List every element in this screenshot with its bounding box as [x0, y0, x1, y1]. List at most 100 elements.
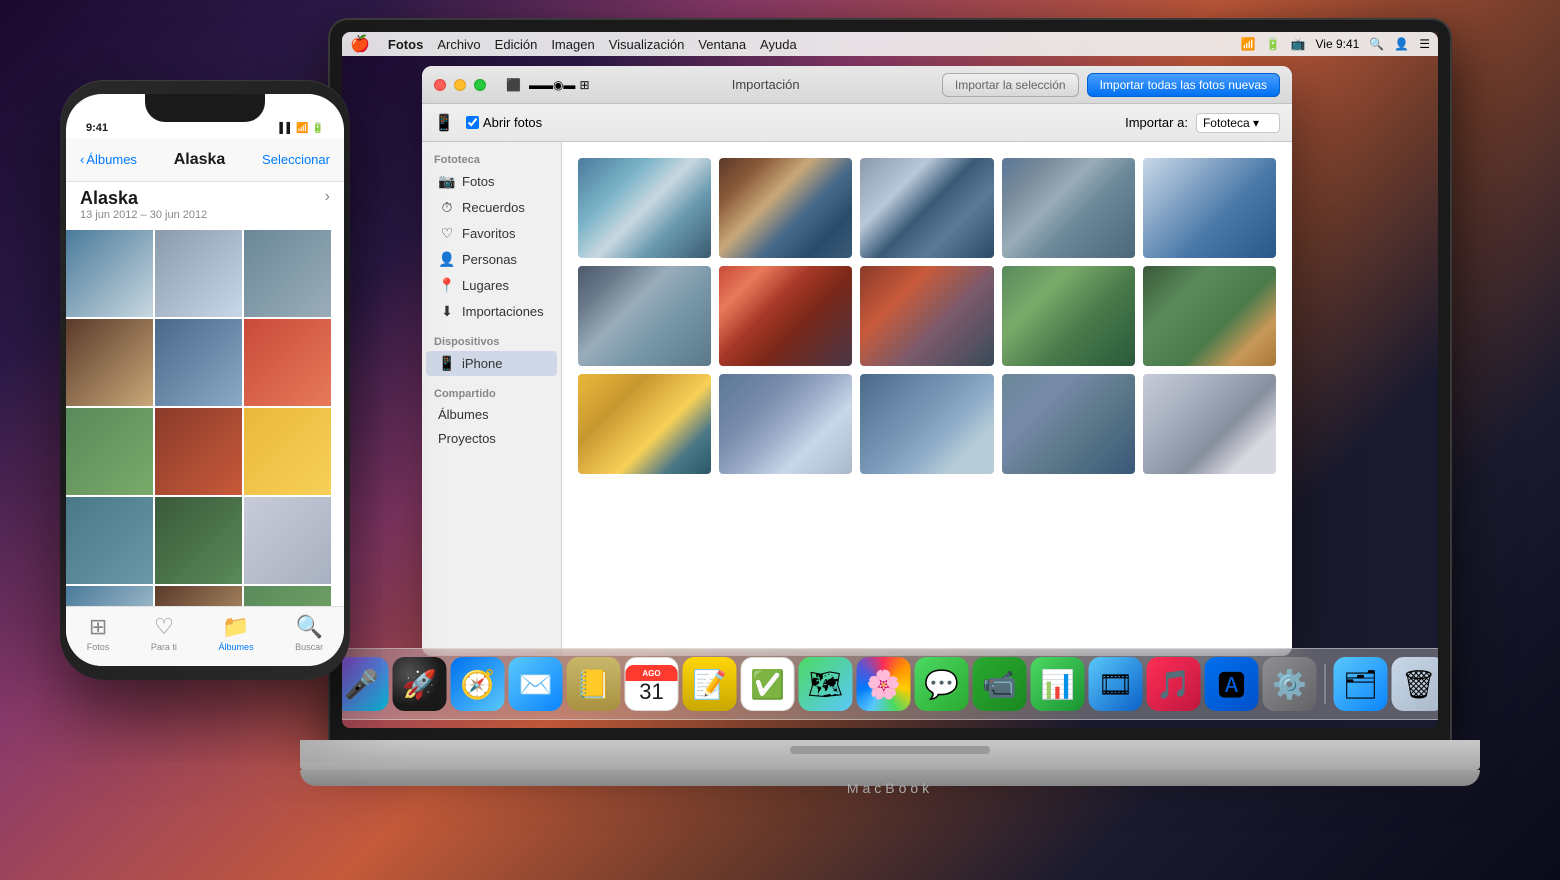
photo-thumb-3[interactable] — [860, 158, 993, 258]
import-selection-button[interactable]: Importar la selección — [942, 73, 1079, 97]
iphone-photo-2[interactable] — [155, 230, 242, 317]
iphone-photo-6[interactable] — [244, 319, 331, 406]
iphone-photo-4[interactable] — [66, 319, 153, 406]
menubar-imagen[interactable]: Imagen — [551, 37, 594, 52]
iphone-photo-8[interactable] — [155, 408, 242, 495]
iphone-photo-7[interactable] — [66, 408, 153, 495]
iphone-row-1 — [66, 230, 344, 317]
dock-numbers[interactable]: 📊 — [1031, 657, 1085, 711]
sidebar-item-proyectos[interactable]: Proyectos — [426, 427, 557, 450]
photo-thumb-5[interactable] — [1143, 158, 1276, 258]
window-title-area: Importación — [598, 77, 934, 92]
toolbar-slider[interactable]: ▬▬◉▬ — [529, 78, 575, 92]
minimize-button[interactable] — [454, 79, 466, 91]
iphone-nav-bar: ‹ Álbumes Alaska Seleccionar — [66, 138, 344, 182]
dock-notes[interactable]: 📝 — [683, 657, 737, 711]
dock-files[interactable]: 🗂 — [1334, 657, 1388, 711]
dock-reminders[interactable]: ✅ — [741, 657, 795, 711]
macbook-base — [300, 740, 1480, 770]
import-target: Importar a: Fototeca ▾ — [1125, 113, 1280, 133]
import-all-button[interactable]: Importar todas las fotos nuevas — [1087, 73, 1280, 97]
maximize-button[interactable] — [474, 79, 486, 91]
iphone-tab-parati[interactable]: ♡ Para ti — [151, 614, 177, 652]
photo-thumb-4[interactable] — [1002, 158, 1135, 258]
iphone-photo-12[interactable] — [244, 497, 331, 584]
window-content: Fototeca 📷 Fotos ⏱ Recuerdos ♡ Favoritos — [422, 142, 1292, 656]
iphone-photo-14[interactable] — [155, 586, 242, 606]
user-icon[interactable]: 👤 — [1394, 37, 1409, 51]
close-button[interactable] — [434, 79, 446, 91]
sidebar-item-recuerdos[interactable]: ⏱ Recuerdos — [426, 195, 557, 220]
photos-icon: 📷 — [438, 173, 456, 190]
iphone-photo-9[interactable] — [244, 408, 331, 495]
people-icon: 👤 — [438, 251, 456, 268]
import-target-select[interactable]: Fototeca ▾ — [1196, 113, 1280, 133]
iphone-tab-albumes[interactable]: 📁 Álbumes — [219, 614, 254, 652]
dock-facetime[interactable]: 📹 — [973, 657, 1027, 711]
screen-content: 🍎 Fotos Archivo Edición Imagen Visualiza… — [342, 32, 1438, 728]
iphone-photo-grid[interactable] — [66, 230, 344, 606]
sidebar-item-fotos[interactable]: 📷 Fotos — [426, 169, 557, 194]
photo-thumb-9[interactable] — [1002, 266, 1135, 366]
menubar-ayuda[interactable]: Ayuda — [760, 37, 797, 52]
search-icon[interactable]: 🔍 — [1369, 37, 1384, 51]
iphone-tab-buscar[interactable]: 🔍 Buscar — [295, 614, 323, 652]
sidebar-item-favoritos[interactable]: ♡ Favoritos — [426, 221, 557, 246]
iphone-photo-3[interactable] — [244, 230, 331, 317]
iphone-photo-11[interactable] — [155, 497, 242, 584]
photo-thumb-2[interactable] — [719, 158, 852, 258]
photo-thumb-12[interactable] — [719, 374, 852, 474]
apple-menu-icon[interactable]: 🍎 — [350, 34, 370, 54]
dock-itunes[interactable]: 🎵 — [1147, 657, 1201, 711]
dock-trash[interactable]: 🗑 — [1392, 657, 1439, 711]
sidebar-item-lugares[interactable]: 📍 Lugares — [426, 273, 557, 298]
iphone-select-button[interactable]: Seleccionar — [262, 152, 330, 167]
iphone-photo-5[interactable] — [155, 319, 242, 406]
iphone-back-button[interactable]: ‹ Álbumes — [80, 152, 137, 167]
dock-photos[interactable]: 🌸 — [857, 657, 911, 711]
dock-maps[interactable]: 🗺 — [799, 657, 853, 711]
photo-thumb-13[interactable] — [860, 374, 993, 474]
menubar-visualizacion[interactable]: Visualización — [609, 37, 685, 52]
menubar-ventana[interactable]: Ventana — [698, 37, 746, 52]
photo-thumb-11[interactable] — [578, 374, 711, 474]
clock: Vie 9:41 — [1316, 37, 1360, 51]
iphone-photo-10[interactable] — [66, 497, 153, 584]
dock-settings[interactable]: ⚙️ — [1263, 657, 1317, 711]
sidebar-item-importaciones[interactable]: ⬇ Importaciones — [426, 299, 557, 324]
dock-separator — [1325, 664, 1326, 704]
photo-thumb-8[interactable] — [860, 266, 993, 366]
list-icon[interactable]: ☰ — [1419, 37, 1430, 51]
dock-safari[interactable]: 🧭 — [451, 657, 505, 711]
photo-thumb-7[interactable] — [719, 266, 852, 366]
dock-messages[interactable]: 💬 — [915, 657, 969, 711]
menubar-edicion[interactable]: Edición — [495, 37, 538, 52]
open-photos-label[interactable]: Abrir fotos — [466, 115, 542, 130]
photo-thumb-6[interactable] — [578, 266, 711, 366]
dock-launchpad[interactable]: 🚀 — [393, 657, 447, 711]
iphone-photo-1[interactable] — [66, 230, 153, 317]
sidebar-item-iphone[interactable]: 📱 iPhone — [426, 351, 557, 376]
photo-thumb-15[interactable] — [1143, 374, 1276, 474]
iphone-photo-15[interactable] — [244, 586, 331, 606]
sidebar-item-personas[interactable]: 👤 Personas — [426, 247, 557, 272]
dock-keynote[interactable]: 🎞 — [1089, 657, 1143, 711]
menubar-right: 📶 🔋 📺 Vie 9:41 🔍 👤 ☰ — [1241, 37, 1430, 51]
iphone-photo-13[interactable] — [66, 586, 153, 606]
menubar-app-name[interactable]: Fotos — [388, 37, 423, 52]
battery-icon: 🔋 — [1266, 37, 1281, 51]
dock-appstore[interactable]: 🅰 — [1205, 657, 1259, 711]
dock-calendar[interactable]: AGO 31 — [625, 657, 679, 711]
menubar-archivo[interactable]: Archivo — [437, 37, 480, 52]
photo-thumb-14[interactable] — [1002, 374, 1135, 474]
dock-mail[interactable]: ✉️ — [509, 657, 563, 711]
iphone-body: 9:41 ▌▌ 📶 🔋 ‹ Álbumes Alaska Seleccionar… — [60, 80, 350, 680]
sidebar-item-albumes[interactable]: Álbumes — [426, 403, 557, 426]
photo-thumb-10[interactable] — [1143, 266, 1276, 366]
photo-grid-area[interactable] — [562, 142, 1292, 656]
dock-contacts[interactable]: 📒 — [567, 657, 621, 711]
open-photos-checkbox[interactable] — [466, 116, 479, 129]
iphone-tab-fotos[interactable]: ⊞ Fotos — [87, 614, 110, 652]
photo-thumb-1[interactable] — [578, 158, 711, 258]
window-titlebar: ⬛ ▬▬◉▬ ⊞ Importación Importar la selecci… — [422, 66, 1292, 104]
